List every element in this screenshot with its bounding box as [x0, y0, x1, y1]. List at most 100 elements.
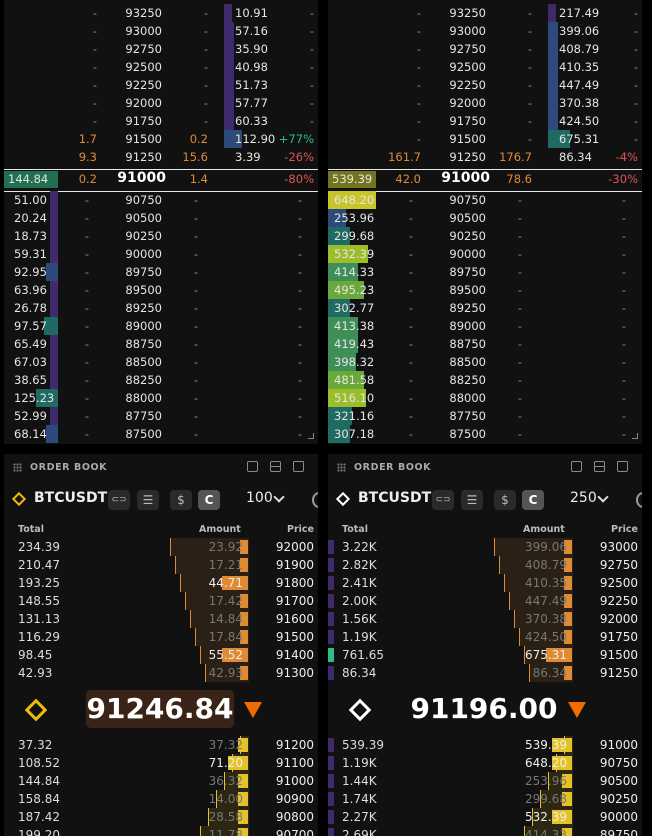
ladder-row[interactable]: - 91750 - 60.33 -: [4, 112, 318, 130]
bid-row[interactable]: 199.20 11.78 90700: [4, 826, 318, 836]
ladder-row[interactable]: 18.73 - 90250 - -: [4, 227, 318, 245]
ladder-row[interactable]: 59.31 - 90000 - -: [4, 245, 318, 263]
ladder-row[interactable]: 52.99 - 87750 - -: [4, 407, 318, 425]
ladder-row[interactable]: 495.23 - 89500 - -: [328, 281, 642, 299]
ladder-row[interactable]: 1.7 91500 0.2 112.90 +77%: [4, 130, 318, 148]
ladder-row[interactable]: - 92500 - 40.98 -: [4, 58, 318, 76]
ladder-row[interactable]: - 93000 - 57.16 -: [4, 22, 318, 40]
ladder-row[interactable]: - 91750 - 424.50 -: [328, 112, 642, 130]
bid-row[interactable]: 108.52 71.20 91100: [4, 754, 318, 772]
ladder-row[interactable]: 68.14 - 87500 - -: [4, 425, 318, 443]
link-icon[interactable]: ⊂⊃: [432, 490, 454, 510]
ladder-row[interactable]: 414.33 - 89750 - -: [328, 263, 642, 281]
ladder-row[interactable]: 516.10 - 88000 - -: [328, 389, 642, 407]
ladder-row[interactable]: 51.00 - 90750 - -: [4, 191, 318, 209]
symbol-selector[interactable]: BTCUSDT: [34, 490, 107, 506]
ladder-row[interactable]: 20.24 - 90500 - -: [4, 209, 318, 227]
ladder-row[interactable]: - 92750 - 408.79 -: [328, 40, 642, 58]
ask-row[interactable]: 131.13 14.84 91600: [4, 610, 318, 628]
ladder-row[interactable]: 253.96 - 90500 - -: [328, 209, 642, 227]
currency-coin-button[interactable]: C: [198, 490, 220, 510]
trash-icon[interactable]: [617, 461, 628, 472]
current-price-row[interactable]: 144.84 0.2 91000 1.4 -80%: [4, 169, 318, 192]
ask-row[interactable]: 148.55 17.42 91700: [4, 592, 318, 610]
ask-row[interactable]: 86.34 86.34 91250: [328, 664, 642, 682]
bid-row[interactable]: 539.39 539.39 91000: [328, 736, 642, 754]
bid-row[interactable]: 1.74K 299.68 90250: [328, 790, 642, 808]
layout-icon[interactable]: [247, 461, 258, 472]
ask-row[interactable]: 2.00K 447.49 92250: [328, 592, 642, 610]
ladder-row[interactable]: 125.23 - 88000 - -: [4, 389, 318, 407]
bid-row[interactable]: 187.42 28.58 90800: [4, 808, 318, 826]
ask-row[interactable]: 116.29 17.84 91500: [4, 628, 318, 646]
currency-usd-button[interactable]: $: [494, 490, 516, 510]
ask-row[interactable]: 3.22K 399.06 93000: [328, 538, 642, 556]
ladder-row[interactable]: - 93250 - 217.49 -: [328, 4, 642, 22]
ask-row[interactable]: 2.41K 410.35 92500: [328, 574, 642, 592]
ask-row[interactable]: 2.82K 408.79 92750: [328, 556, 642, 574]
resize-handle[interactable]: [632, 433, 638, 439]
currency-coin-button[interactable]: C: [522, 490, 544, 510]
currency-usd-button[interactable]: $: [170, 490, 192, 510]
ladder-row[interactable]: - 92250 - 447.49 -: [328, 76, 642, 94]
bid-row[interactable]: 158.84 14.00 90900: [4, 790, 318, 808]
ladder-row[interactable]: 9.3 91250 15.6 3.39 -26%: [4, 148, 318, 166]
ladder-row[interactable]: 299.68 - 90250 - -: [328, 227, 642, 245]
ladder-row[interactable]: 307.18 - 87500 - -: [328, 425, 642, 443]
ladder-row[interactable]: 38.65 - 88250 - -: [4, 371, 318, 389]
list-icon[interactable]: ☰: [461, 490, 483, 510]
ask-row[interactable]: 98.45 55.52 91400: [4, 646, 318, 664]
ladder-row[interactable]: 302.77 - 89250 - -: [328, 299, 642, 317]
ladder-row[interactable]: - 92000 - 370.38 -: [328, 94, 642, 112]
ladder-row[interactable]: 161.7 91250 176.7 86.34 -4%: [328, 148, 642, 166]
ladder-row[interactable]: 92.95 - 89750 - -: [4, 263, 318, 281]
ladder-row[interactable]: 648.20 - 90750 - -: [328, 191, 642, 209]
ladder-row[interactable]: 65.49 - 88750 - -: [4, 335, 318, 353]
bid-row[interactable]: 1.19K 648.20 90750: [328, 754, 642, 772]
ladder-row[interactable]: 67.03 - 88500 - -: [4, 353, 318, 371]
ask-row[interactable]: 234.39 23.92 92000: [4, 538, 318, 556]
bid-row[interactable]: 2.69K 414.33 89750: [328, 826, 642, 836]
ladder-row[interactable]: - 92750 - 35.90 -: [4, 40, 318, 58]
ask-row[interactable]: 42.93 42.93 91300: [4, 664, 318, 682]
bid-row[interactable]: 144.84 36.32 91000: [4, 772, 318, 790]
ladder-row[interactable]: - 92000 - 57.77 -: [4, 94, 318, 112]
chevron-down-icon[interactable]: [273, 491, 285, 503]
ladder-row[interactable]: 532.39 - 90000 - -: [328, 245, 642, 263]
ladder-row[interactable]: 321.16 - 87750 - -: [328, 407, 642, 425]
ladder-row[interactable]: 63.96 - 89500 - -: [4, 281, 318, 299]
chevron-down-icon[interactable]: [597, 491, 609, 503]
ask-row[interactable]: 761.65 675.31 91500: [328, 646, 642, 664]
ladder-row[interactable]: - 93250 - 10.91 -: [4, 4, 318, 22]
ladder-row[interactable]: 26.78 - 89250 - -: [4, 299, 318, 317]
ladder-row[interactable]: 398.32 - 88500 - -: [328, 353, 642, 371]
ladder-row[interactable]: - 93000 - 399.06 -: [328, 22, 642, 40]
ladder-row[interactable]: 481.58 - 88250 - -: [328, 371, 642, 389]
bid-row[interactable]: 37.32 37.32 91200: [4, 736, 318, 754]
bid-row[interactable]: 2.27K 532.39 90000: [328, 808, 642, 826]
depth-select[interactable]: 250: [570, 490, 597, 506]
ladder-row[interactable]: 413.38 - 89000 - -: [328, 317, 642, 335]
resize-handle[interactable]: [308, 433, 314, 439]
ask-row[interactable]: 210.47 17.21 91900: [4, 556, 318, 574]
drag-handle-icon[interactable]: [13, 463, 22, 472]
ladder-row[interactable]: 419.43 - 88750 - -: [328, 335, 642, 353]
current-price-row[interactable]: 539.39 42.0 91000 78.6 -30%: [328, 169, 642, 192]
ask-row[interactable]: 1.56K 370.38 92000: [328, 610, 642, 628]
trash-icon[interactable]: [293, 461, 304, 472]
ask-row[interactable]: 193.25 44.71 91800: [4, 574, 318, 592]
depth-select[interactable]: 100: [246, 490, 273, 506]
settings-icon[interactable]: [636, 492, 642, 508]
ladder-row[interactable]: - 91500 - 675.31 -: [328, 130, 642, 148]
list-icon[interactable]: ☰: [137, 490, 159, 510]
ask-row[interactable]: 1.19K 424.50 91750: [328, 628, 642, 646]
ladder-row[interactable]: 97.57 - 89000 - -: [4, 317, 318, 335]
settings-icon[interactable]: [312, 492, 318, 508]
split-icon[interactable]: [594, 461, 605, 472]
link-icon[interactable]: ⊂⊃: [108, 490, 130, 510]
layout-icon[interactable]: [571, 461, 582, 472]
bid-row[interactable]: 1.44K 253.96 90500: [328, 772, 642, 790]
ladder-row[interactable]: - 92250 - 51.73 -: [4, 76, 318, 94]
ladder-row[interactable]: - 92500 - 410.35 -: [328, 58, 642, 76]
split-icon[interactable]: [270, 461, 281, 472]
